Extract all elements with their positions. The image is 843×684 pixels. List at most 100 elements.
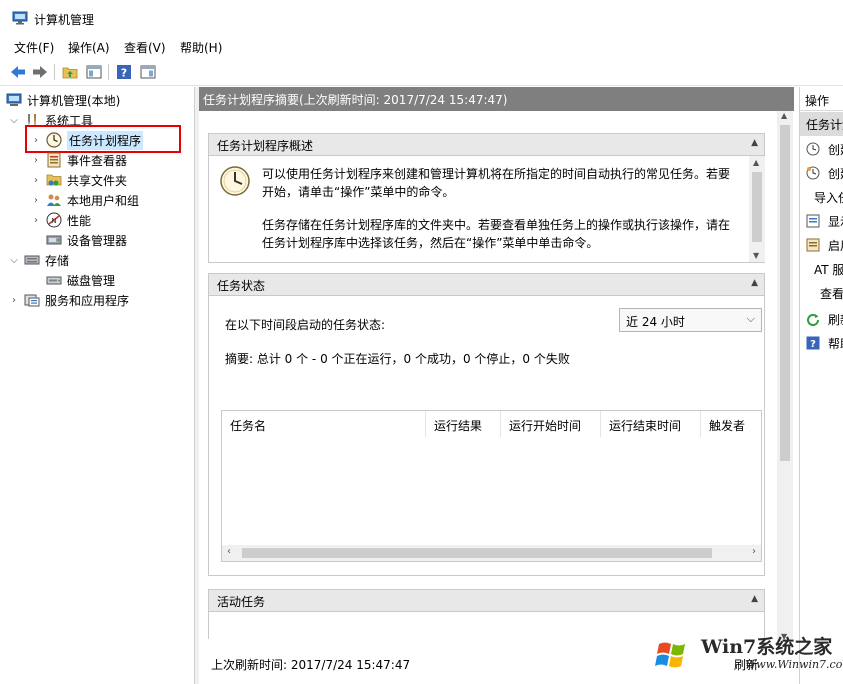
scroll-thumb[interactable] bbox=[752, 172, 762, 242]
table-horizontal-scrollbar[interactable]: ‹ › bbox=[222, 545, 761, 561]
tree-item-disk-management[interactable]: 磁盘管理 bbox=[46, 270, 115, 290]
svg-text:N: N bbox=[51, 217, 56, 225]
action-create-basic-task[interactable]: 创建基本任务... bbox=[806, 139, 843, 159]
scroll-right-icon[interactable]: › bbox=[752, 546, 756, 557]
clock-icon bbox=[219, 165, 251, 200]
action-label: 显示所有正在运行的任务 bbox=[828, 214, 843, 229]
collapse-up-icon[interactable]: ▲ bbox=[751, 594, 758, 604]
scroll-thumb[interactable] bbox=[242, 548, 712, 558]
watermark-url: Www.Winwin7.com bbox=[745, 658, 843, 671]
toolbar-separator bbox=[108, 64, 109, 80]
action-at-service-config[interactable]: AT 服务帐户配置 bbox=[806, 259, 843, 279]
action-import-task[interactable]: 导入任务... bbox=[806, 187, 843, 207]
column-header-triggered-by[interactable]: 触发者 bbox=[701, 411, 761, 437]
show-hide-tree-icon[interactable] bbox=[84, 62, 104, 82]
column-header-run-result[interactable]: 运行结果 bbox=[426, 411, 501, 437]
forward-arrow-icon[interactable] bbox=[30, 62, 50, 82]
performance-icon: N bbox=[46, 212, 62, 228]
menu-help[interactable]: 帮助(H) bbox=[178, 39, 224, 56]
chevron-right-icon[interactable]: › bbox=[30, 175, 42, 186]
action-view[interactable]: 查看 bbox=[806, 283, 843, 303]
menu-file[interactable]: 文件(F) bbox=[12, 39, 56, 56]
tree-item-local-users[interactable]: › 本地用户和组 bbox=[30, 190, 139, 210]
active-tasks-title: 活动任务 bbox=[217, 595, 266, 609]
action-label: AT 服务帐户配置 bbox=[814, 262, 843, 277]
action-help[interactable]: ? 帮助 bbox=[806, 333, 843, 353]
tree-item-performance[interactable]: › N 性能 bbox=[30, 210, 91, 230]
period-dropdown[interactable]: 近 24 小时 ⌵ bbox=[619, 308, 762, 332]
help-icon[interactable]: ? bbox=[114, 62, 134, 82]
chevron-right-icon[interactable]: › bbox=[30, 195, 42, 206]
running-tasks-icon bbox=[806, 214, 820, 228]
svg-text:?: ? bbox=[810, 339, 816, 350]
up-folder-icon[interactable] bbox=[60, 62, 80, 82]
scroll-thumb[interactable] bbox=[780, 125, 790, 461]
last-refresh-text: 上次刷新时间: 2017/7/24 15:47:47 bbox=[211, 658, 411, 672]
overview-paragraph-1: 可以使用任务计划程序来创建和管理计算机将在所指定的时间自动执行的常见任务。若要 … bbox=[262, 165, 752, 201]
chevron-right-icon[interactable]: › bbox=[8, 295, 20, 306]
scroll-down-icon[interactable]: ▼ bbox=[753, 251, 759, 260]
task-status-header[interactable]: 任务状态 ▲ bbox=[209, 274, 764, 296]
tree-item-event-viewer[interactable]: › 事件查看器 bbox=[30, 150, 127, 170]
tree-item-label: 本地用户和组 bbox=[67, 193, 140, 208]
tree-item-label: 共享文件夹 bbox=[67, 173, 128, 188]
history-icon bbox=[806, 238, 820, 252]
tree-item-shared-folders[interactable]: › 共享文件夹 bbox=[30, 170, 127, 190]
overview-title: 任务计划程序概述 bbox=[217, 139, 314, 153]
column-header-run-start[interactable]: 运行开始时间 bbox=[501, 411, 601, 437]
action-label: 导入任务... bbox=[814, 190, 843, 205]
chevron-right-icon[interactable]: › bbox=[30, 215, 42, 226]
overview-p1-line1: 可以使用任务计划程序来创建和管理计算机将在所指定的时间自动执行的常见任务。若要 bbox=[262, 167, 731, 181]
storage-icon bbox=[24, 252, 40, 268]
help-icon: ? bbox=[806, 336, 820, 350]
period-dropdown-value: 近 24 小时 bbox=[626, 315, 685, 329]
tree-root[interactable]: 计算机管理(本地) bbox=[6, 90, 120, 110]
show-hide-action-pane-icon[interactable] bbox=[138, 62, 158, 82]
overview-p1-line2: 开始，请单击“操作”菜单中的命令。 bbox=[262, 185, 455, 199]
action-create-task[interactable]: 创建任务... bbox=[806, 163, 843, 183]
status-summary: 摘要: 总计 0 个 - 0 个正在运行，0 个成功，0 个停止，0 个失败 bbox=[225, 352, 570, 366]
tree-item-label: 性能 bbox=[67, 213, 92, 228]
tree-item-label: 设备管理器 bbox=[67, 233, 128, 248]
users-icon bbox=[46, 192, 62, 208]
task-status-table: 任务名 运行结果 运行开始时间 运行结束时间 触发者 ‹ › bbox=[221, 410, 762, 562]
action-label: 帮助 bbox=[828, 336, 843, 351]
back-arrow-icon[interactable] bbox=[8, 62, 28, 82]
task-status-title: 任务状态 bbox=[217, 279, 266, 293]
tree-storage[interactable]: ⌵ 存储 bbox=[8, 250, 69, 270]
overview-section-header[interactable]: 任务计划程序概述 ▲ bbox=[209, 134, 764, 156]
tree-storage-label: 存储 bbox=[45, 253, 70, 268]
menu-view[interactable]: 查看(V) bbox=[122, 39, 168, 56]
menu-action[interactable]: 操作(A) bbox=[66, 39, 112, 56]
scroll-up-icon[interactable]: ▲ bbox=[781, 111, 787, 120]
red-highlight-box bbox=[25, 125, 181, 153]
tree-services[interactable]: › 服务和应用程序 bbox=[8, 290, 129, 310]
scroll-up-icon[interactable]: ▲ bbox=[753, 158, 759, 167]
watermark-text: Win7系统之家 bbox=[701, 636, 833, 658]
active-tasks-header[interactable]: 活动任务 ▲ bbox=[209, 590, 764, 612]
action-display-running-tasks[interactable]: 显示所有正在运行的任务 bbox=[806, 211, 843, 231]
column-header-run-end[interactable]: 运行结束时间 bbox=[601, 411, 701, 437]
action-label: 创建基本任务... bbox=[828, 142, 843, 157]
tree-item-device-manager[interactable]: 设备管理器 bbox=[46, 230, 127, 250]
scroll-left-icon[interactable]: ‹ bbox=[227, 546, 231, 557]
center-header: 任务计划程序摘要(上次刷新时间: 2017/7/24 15:47:47) bbox=[199, 87, 794, 111]
refresh-icon bbox=[806, 312, 820, 326]
collapse-up-icon[interactable]: ▲ bbox=[751, 278, 758, 288]
shared-folder-icon bbox=[46, 172, 62, 188]
create-task-icon bbox=[806, 166, 820, 180]
action-enable-history[interactable]: 启用所有任务历史记录 bbox=[806, 235, 843, 255]
chevron-right-icon[interactable]: › bbox=[30, 155, 42, 166]
chevron-down-icon[interactable]: ⌵ bbox=[8, 255, 20, 266]
disk-icon bbox=[46, 272, 62, 288]
computer-management-icon bbox=[12, 11, 28, 25]
actions-subheader[interactable]: 任务计划程序 bbox=[800, 112, 843, 136]
action-refresh[interactable]: 刷新 bbox=[806, 309, 843, 329]
action-label: 创建任务... bbox=[828, 166, 843, 181]
column-header-task-name[interactable]: 任务名 bbox=[222, 411, 426, 437]
collapse-up-icon[interactable]: ▲ bbox=[751, 138, 758, 148]
overview-scrollbar[interactable]: ▲ ▼ bbox=[749, 156, 765, 262]
windows-logo-icon bbox=[647, 632, 699, 683]
center-vertical-scrollbar[interactable]: ▲ ▼ bbox=[777, 111, 793, 641]
chevron-down-icon[interactable]: ⌵ bbox=[8, 115, 20, 126]
